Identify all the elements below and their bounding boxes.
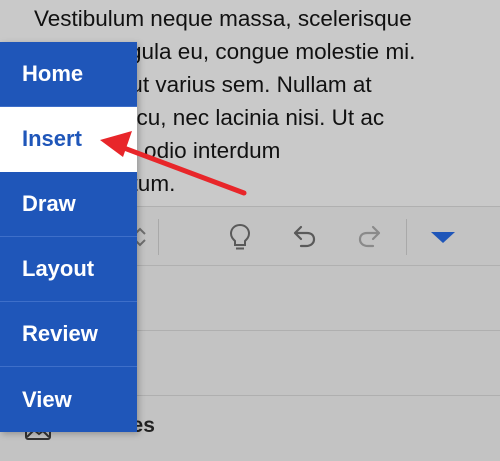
menu-item-layout[interactable]: Layout	[0, 237, 137, 302]
menu-item-view[interactable]: View	[0, 367, 137, 432]
lightbulb-icon[interactable]	[224, 221, 256, 253]
toolbar-divider	[406, 219, 407, 255]
menu-item-draw[interactable]: Draw	[0, 172, 137, 237]
toolbar-divider	[158, 219, 159, 255]
menu-item-insert[interactable]: Insert	[0, 107, 137, 172]
dropdown-triangle-icon[interactable]	[427, 221, 459, 253]
redo-icon[interactable]	[354, 221, 386, 253]
undo-icon[interactable]	[288, 221, 320, 253]
menu-item-review[interactable]: Review	[0, 302, 137, 367]
ribbon-tab-menu: Home Insert Draw Layout Review View	[0, 42, 137, 432]
document-line: Vestibulum neque massa, scelerisque	[34, 6, 412, 31]
menu-item-home[interactable]: Home	[0, 42, 137, 107]
